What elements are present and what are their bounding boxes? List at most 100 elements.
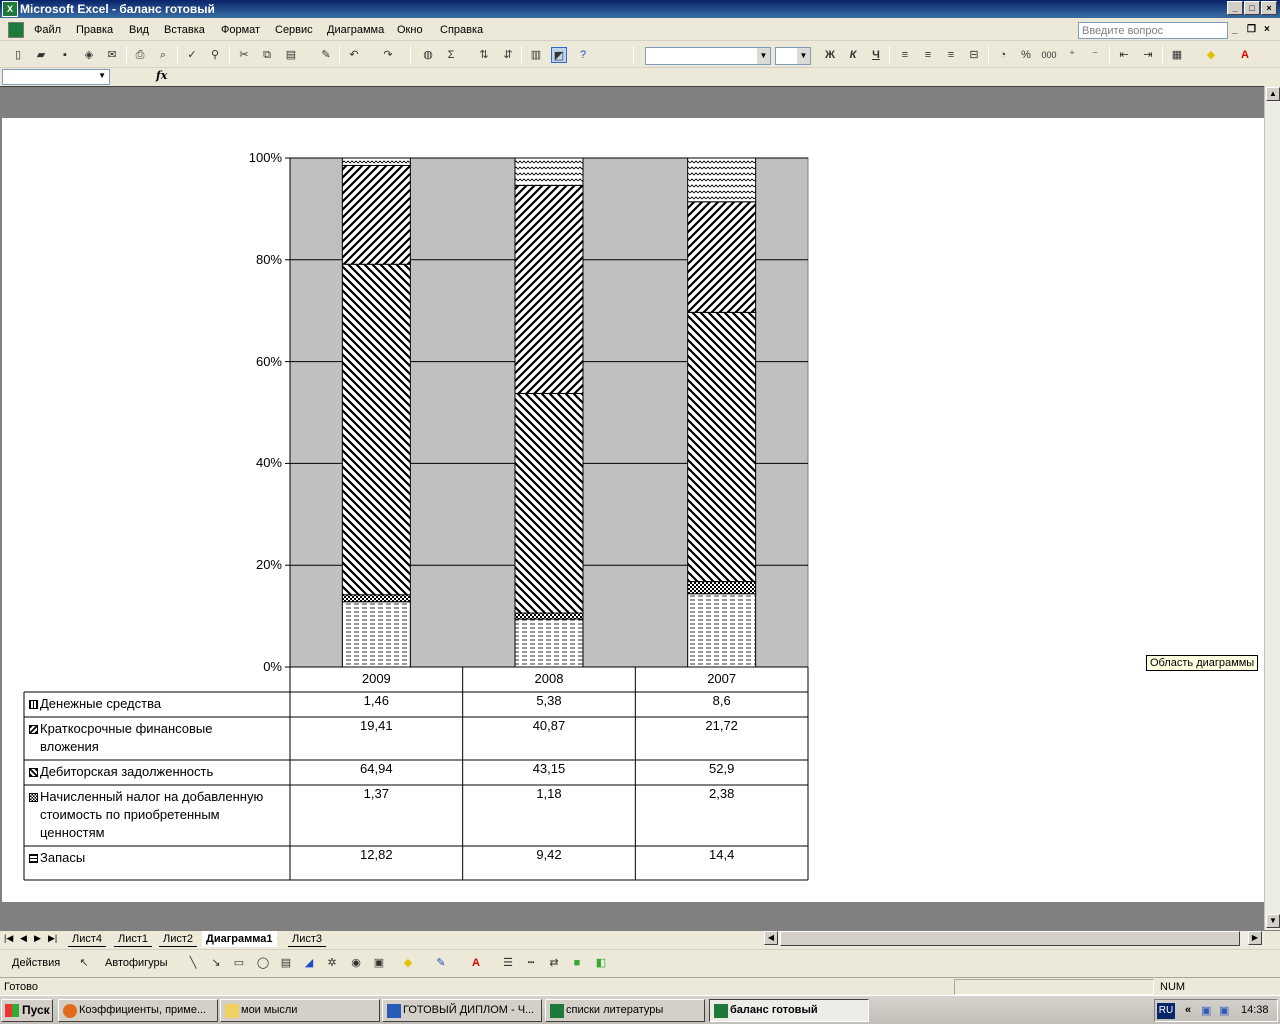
borders-icon[interactable]: ▦ (1169, 47, 1185, 63)
thousands-button[interactable]: 000 (1041, 47, 1057, 63)
help-search-input[interactable]: Введите вопрос (1078, 22, 1228, 39)
minimize-button[interactable]: _ (1227, 1, 1243, 15)
cut-icon[interactable]: ✂ (236, 47, 252, 63)
taskbar-button-folder[interactable]: мои мысли (220, 999, 380, 1022)
percent-button[interactable]: % (1018, 47, 1034, 63)
format-painter-icon[interactable]: ✎ (318, 47, 334, 63)
menu-insert[interactable]: Вставка (164, 24, 205, 36)
fill-color-icon[interactable]: ◆ (400, 955, 416, 971)
menu-format[interactable]: Формат (221, 24, 260, 36)
chart-wizard-icon[interactable]: ▥ (528, 47, 544, 63)
line-style-icon[interactable]: ☰ (500, 955, 516, 971)
paste-icon[interactable]: ▤ (283, 47, 299, 63)
scroll-right-button[interactable]: ▶ (1248, 931, 1262, 945)
diagram-icon[interactable]: ✲ (324, 955, 340, 971)
tab-diagram1[interactable]: Диаграмма1 (202, 931, 277, 947)
arrow-style-icon[interactable]: ⇄ (546, 955, 562, 971)
sort-desc-icon[interactable]: ⇵ (500, 47, 516, 63)
decrease-decimal-icon[interactable]: ⁻ (1087, 47, 1103, 63)
align-left-icon[interactable]: ≡ (897, 47, 913, 63)
menu-edit[interactable]: Правка (76, 24, 113, 36)
taskbar-button-excel-balance[interactable]: баланс готовый (709, 999, 869, 1022)
autoshapes-menu[interactable]: Автофигуры (105, 957, 168, 969)
fill-color-icon[interactable]: ◆ (1203, 47, 1219, 63)
arrow-icon[interactable]: ↘ (208, 955, 224, 971)
next-sheet-icon[interactable]: ▶ (34, 933, 41, 944)
font-color-icon[interactable]: A (468, 955, 484, 971)
textbox-icon[interactable]: ▤ (278, 955, 294, 971)
underline-button[interactable]: Ч (868, 47, 884, 63)
italic-button[interactable]: К (845, 47, 861, 63)
first-sheet-icon[interactable]: |◀ (4, 933, 13, 944)
scroll-up-button[interactable]: ▲ (1266, 87, 1280, 101)
doc-minimize-button[interactable]: _ (1232, 24, 1238, 35)
3d-icon[interactable]: ◧ (593, 955, 609, 971)
increase-decimal-icon[interactable]: ⁺ (1064, 47, 1080, 63)
tab-sheet2[interactable]: Лист2 (159, 931, 198, 947)
network-icon-2[interactable]: ▣ (1219, 1004, 1229, 1017)
dash-style-icon[interactable]: ┅ (523, 955, 539, 971)
open-icon[interactable]: ▰ (33, 47, 49, 63)
hyperlink-icon[interactable]: ◍ (420, 47, 436, 63)
save-icon[interactable]: ▪ (57, 47, 73, 63)
menu-help[interactable]: Справка (440, 24, 483, 36)
scroll-down-button[interactable]: ▼ (1266, 914, 1280, 928)
merge-center-icon[interactable]: ⊟ (966, 47, 982, 63)
maximize-button[interactable]: □ (1244, 1, 1260, 15)
prev-sheet-icon[interactable]: ◀ (20, 933, 27, 944)
sort-asc-icon[interactable]: ⇅ (476, 47, 492, 63)
currency-icon[interactable]: ◔ (995, 47, 1011, 63)
help-icon[interactable]: ? (575, 47, 591, 63)
chart[interactable] (2, 118, 1265, 902)
scroll-left-button[interactable]: ◀ (764, 931, 778, 945)
tab-sheet4[interactable]: Лист4 (68, 931, 107, 947)
wordart-icon[interactable]: ◢ (301, 955, 317, 971)
taskbar-button-firefox[interactable]: Коэффициенты, приме... (58, 999, 218, 1022)
spelling-icon[interactable]: ✓ (184, 47, 200, 63)
font-name-combo[interactable]: ▼ (645, 47, 771, 65)
close-button[interactable]: × (1261, 1, 1277, 15)
shadow-icon[interactable]: ■ (569, 955, 585, 971)
decrease-indent-icon[interactable]: ⇤ (1116, 47, 1132, 63)
tab-sheet3[interactable]: Лист3 (288, 931, 327, 947)
line-color-icon[interactable]: ✎ (433, 955, 449, 971)
new-icon[interactable]: ▯ (10, 47, 26, 63)
tray-expand-icon[interactable]: « (1185, 1004, 1191, 1016)
print-icon[interactable]: ⎙ (132, 47, 148, 63)
menu-file[interactable]: Файл (34, 24, 61, 36)
workbook-icon[interactable] (8, 22, 24, 38)
language-indicator[interactable]: RU (1157, 1003, 1175, 1019)
actions-menu[interactable]: Действия (12, 957, 60, 969)
taskbar-button-word[interactable]: ГОТОВЫЙ ДИПЛОМ - Ч... (382, 999, 542, 1022)
copy-icon[interactable]: ⧉ (259, 47, 275, 63)
formula-input[interactable] (170, 69, 1264, 85)
clipart-icon[interactable]: ◉ (348, 955, 364, 971)
bold-button[interactable]: Ж (822, 47, 838, 63)
increase-indent-icon[interactable]: ⇥ (1140, 47, 1156, 63)
drawing-icon[interactable]: ◩ (551, 47, 567, 63)
horizontal-scrollbar[interactable]: ◀ ▶ (764, 931, 1264, 946)
network-icon[interactable]: ▣ (1201, 1004, 1211, 1017)
mail-icon[interactable]: ✉ (104, 47, 120, 63)
menu-tools[interactable]: Сервис (275, 24, 313, 36)
fx-icon[interactable]: fx (156, 69, 167, 82)
doc-close-button[interactable]: × (1264, 24, 1270, 35)
start-button[interactable]: Пуск (1, 999, 53, 1022)
tab-sheet1[interactable]: Лист1 (114, 931, 153, 947)
redo-icon[interactable]: ↷ (380, 47, 396, 63)
autosum-icon[interactable]: Σ (443, 47, 459, 63)
undo-icon[interactable]: ↶ (346, 47, 362, 63)
oval-icon[interactable]: ◯ (255, 955, 271, 971)
horizontal-scroll-thumb[interactable] (780, 931, 1240, 946)
taskbar-button-excel-lit[interactable]: списки литературы (545, 999, 705, 1022)
vertical-scrollbar[interactable]: ▲ ▼ (1264, 86, 1280, 930)
select-objects-icon[interactable]: ↖ (76, 955, 92, 971)
font-size-combo[interactable]: ▼ (775, 47, 811, 65)
permission-icon[interactable]: ◈ (81, 47, 97, 63)
menu-chart[interactable]: Диаграмма (327, 24, 384, 36)
print-preview-icon[interactable]: ⌕ (155, 47, 171, 63)
rectangle-icon[interactable]: ▭ (231, 955, 247, 971)
menu-view[interactable]: Вид (129, 24, 149, 36)
research-icon[interactable]: ⚲ (207, 47, 223, 63)
excel-app-icon[interactable]: X (2, 1, 18, 17)
